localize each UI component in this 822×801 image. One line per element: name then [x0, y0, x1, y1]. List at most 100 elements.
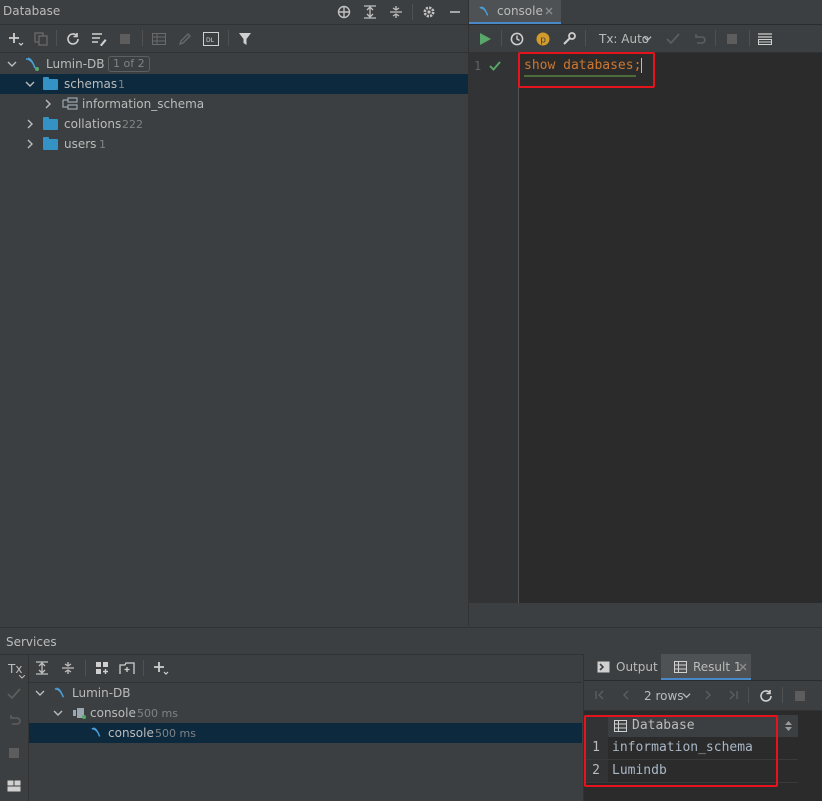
folder-icon: [43, 77, 58, 90]
services-toolbar: [29, 654, 582, 683]
stop-icon[interactable]: [723, 30, 741, 48]
console-icon: [596, 660, 610, 674]
add-icon[interactable]: [6, 30, 26, 48]
history-icon[interactable]: [508, 30, 526, 48]
tree-item-label: Lumin-DB: [46, 57, 105, 71]
tab-console[interactable]: console: [469, 0, 561, 24]
gear-icon[interactable]: [420, 3, 438, 21]
execution-time: 500 ms: [137, 707, 178, 720]
chevron-right-icon[interactable]: [24, 118, 36, 130]
properties-icon[interactable]: [90, 30, 108, 48]
stop-icon[interactable]: [6, 745, 22, 761]
services-header: Services: [0, 627, 822, 655]
data-source-badge: 1 of 2: [108, 56, 150, 72]
result-area: Output Result 1 2 rows Database 1 inform…: [583, 654, 822, 801]
line-number: 1: [474, 59, 482, 73]
refresh-icon[interactable]: [758, 688, 774, 704]
execution-time: 500 ms: [155, 727, 196, 740]
item-count: 1: [118, 78, 125, 91]
rollback-icon[interactable]: [6, 712, 22, 728]
highlight-box: [518, 52, 655, 88]
item-count: 222: [122, 118, 143, 131]
ddl-icon[interactable]: DL: [202, 30, 220, 48]
add-icon[interactable]: [151, 659, 171, 677]
wrench-icon[interactable]: [560, 30, 578, 48]
chevron-down-icon[interactable]: [24, 78, 36, 90]
session-icon: [71, 705, 87, 721]
tree-item-lumin-db[interactable]: Lumin-DB 1 of 2: [0, 54, 468, 74]
database-panel: Database DL Lumin-DB 1 of 2 schemas 1 in…: [0, 0, 468, 626]
item-count: 1: [99, 138, 106, 151]
tree-item-label: collations: [64, 117, 122, 131]
check-icon: [488, 59, 502, 73]
close-icon[interactable]: [543, 5, 555, 17]
stop-icon[interactable]: [116, 30, 134, 48]
chevron-down-icon[interactable]: [6, 58, 18, 70]
highlight-box: [584, 715, 778, 787]
tree-item-schemas[interactable]: schemas 1: [0, 74, 468, 94]
tree-item-label: information_schema: [82, 97, 205, 111]
expand-all-icon[interactable]: [33, 659, 51, 677]
expand-all-icon[interactable]: [361, 3, 379, 21]
close-icon[interactable]: [738, 662, 748, 672]
mysql-icon: [52, 685, 68, 701]
service-item-console-group[interactable]: console 500 ms: [29, 703, 582, 723]
tab-label: Result 1: [693, 660, 742, 674]
chevron-down-icon[interactable]: [34, 687, 46, 699]
edit-icon[interactable]: [176, 30, 194, 48]
run-icon[interactable]: [476, 30, 494, 48]
chevron-right-icon[interactable]: [24, 138, 36, 150]
minimize-icon[interactable]: [446, 3, 464, 21]
next-page-icon[interactable]: [701, 688, 715, 702]
tab-result-1[interactable]: Result 1: [661, 654, 751, 680]
last-page-icon[interactable]: [726, 688, 740, 702]
folder-icon: [43, 117, 58, 130]
chevron-right-icon[interactable]: [42, 98, 54, 110]
first-page-icon[interactable]: [593, 688, 607, 702]
new-tab-icon[interactable]: [118, 659, 136, 677]
row-count-dropdown[interactable]: 2 rows: [644, 689, 684, 703]
chevron-down-icon[interactable]: [641, 32, 653, 44]
service-item-lumin-db[interactable]: Lumin-DB: [29, 683, 582, 703]
chevron-down-icon[interactable]: [18, 674, 26, 680]
locate-icon[interactable]: [335, 3, 353, 21]
refresh-icon[interactable]: [64, 30, 82, 48]
commit-icon[interactable]: [6, 686, 22, 702]
tree-item-users[interactable]: users 1: [0, 134, 468, 154]
group-by-icon[interactable]: [93, 659, 111, 677]
services-left-toolbar: Tx: [0, 654, 29, 801]
service-item-label: Lumin-DB: [72, 686, 131, 700]
service-item-label: console: [90, 706, 136, 720]
rollback-icon[interactable]: [690, 30, 708, 48]
commit-icon[interactable]: [664, 30, 682, 48]
schema-icon: [62, 96, 78, 112]
sort-icon[interactable]: [783, 720, 793, 732]
svg-text:DL: DL: [206, 37, 215, 44]
editor-tab-strip: console: [469, 0, 822, 24]
collapse-all-icon[interactable]: [59, 659, 77, 677]
folder-icon: [43, 137, 58, 150]
panel-title: Services: [6, 635, 57, 649]
copy-icon[interactable]: [32, 30, 50, 48]
filter-icon[interactable]: [236, 30, 254, 48]
mysql-icon: [477, 4, 493, 20]
editor-toolbar: p Tx: Auto: [469, 25, 822, 53]
collapse-all-icon[interactable]: [387, 3, 405, 21]
pin-icon[interactable]: p: [534, 30, 552, 48]
output-layout-icon[interactable]: [756, 30, 774, 48]
editor-panel: console p Tx: Auto 1 show databases;: [469, 0, 822, 626]
database-toolbar: DL: [0, 25, 468, 53]
tree-item-label: users: [64, 137, 97, 151]
table-icon: [673, 660, 687, 674]
tab-output[interactable]: Output: [584, 654, 660, 680]
layout-icon[interactable]: [6, 778, 22, 794]
chevron-down-icon[interactable]: [681, 690, 691, 700]
previous-page-icon[interactable]: [619, 688, 633, 702]
result-toolbar: 2 rows: [584, 681, 822, 711]
table-icon[interactable]: [150, 30, 168, 48]
tree-item-collations[interactable]: collations 222: [0, 114, 468, 134]
tree-item-information-schema[interactable]: information_schema: [0, 94, 468, 114]
stop-icon[interactable]: [792, 688, 808, 704]
service-item-console[interactable]: console 500 ms: [29, 723, 582, 743]
chevron-down-icon[interactable]: [52, 707, 64, 719]
